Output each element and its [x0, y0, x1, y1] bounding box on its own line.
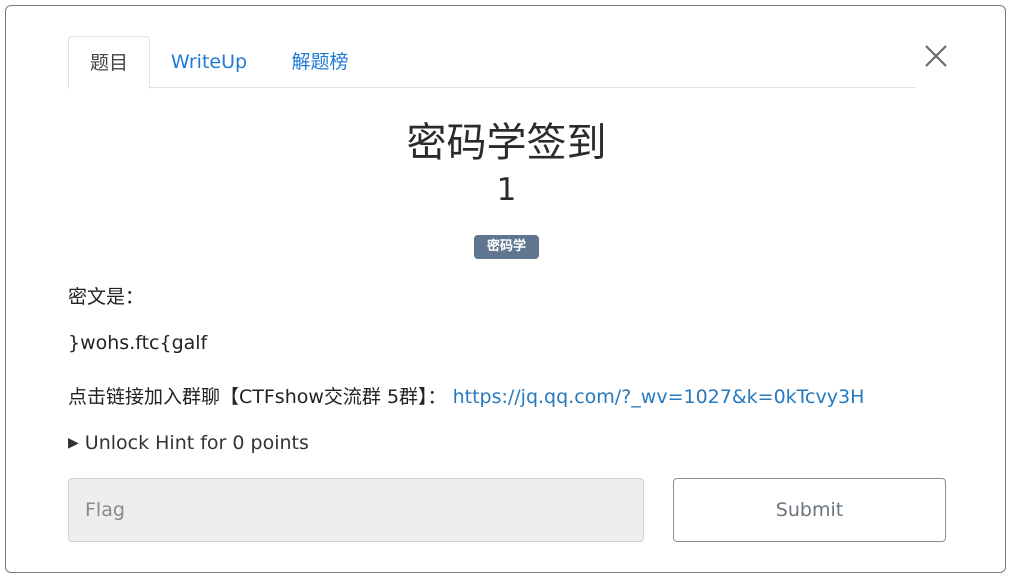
tab-writeup[interactable]: WriteUp	[160, 36, 258, 88]
group-invite-text: 点击链接加入群聊【CTFshow交流群 5群】：	[68, 386, 453, 408]
submit-button[interactable]: Submit	[673, 478, 946, 542]
triangle-right-icon: ▶	[68, 435, 79, 451]
description-line-1: 密文是：	[68, 286, 145, 308]
group-invite-link[interactable]: https://jq.qq.com/?_wv=1027&k=0kTcvy3H	[453, 386, 865, 408]
tab-solves[interactable]: 解题榜	[278, 36, 362, 88]
category-badge: 密码学	[474, 235, 539, 259]
flag-input[interactable]	[68, 478, 644, 542]
tab-challenge[interactable]: 题目	[68, 36, 150, 89]
close-icon[interactable]	[920, 40, 952, 72]
ciphertext: }wohs.ftc{galf	[68, 332, 208, 354]
challenge-points: 1	[496, 172, 517, 208]
tab-bar: 题目 WriteUp 解题榜	[68, 36, 916, 89]
challenge-modal: 题目 WriteUp 解题榜 密码学签到 1 密码学 密文是： }wohs.ft…	[5, 5, 1006, 573]
description-line-3: 点击链接加入群聊【CTFshow交流群 5群】： https://jq.qq.c…	[68, 382, 864, 409]
hint-label: Unlock Hint for 0 points	[84, 432, 309, 454]
unlock-hint-toggle[interactable]: ▶ Unlock Hint for 0 points	[68, 432, 309, 454]
challenge-title: 密码学签到	[406, 120, 607, 166]
